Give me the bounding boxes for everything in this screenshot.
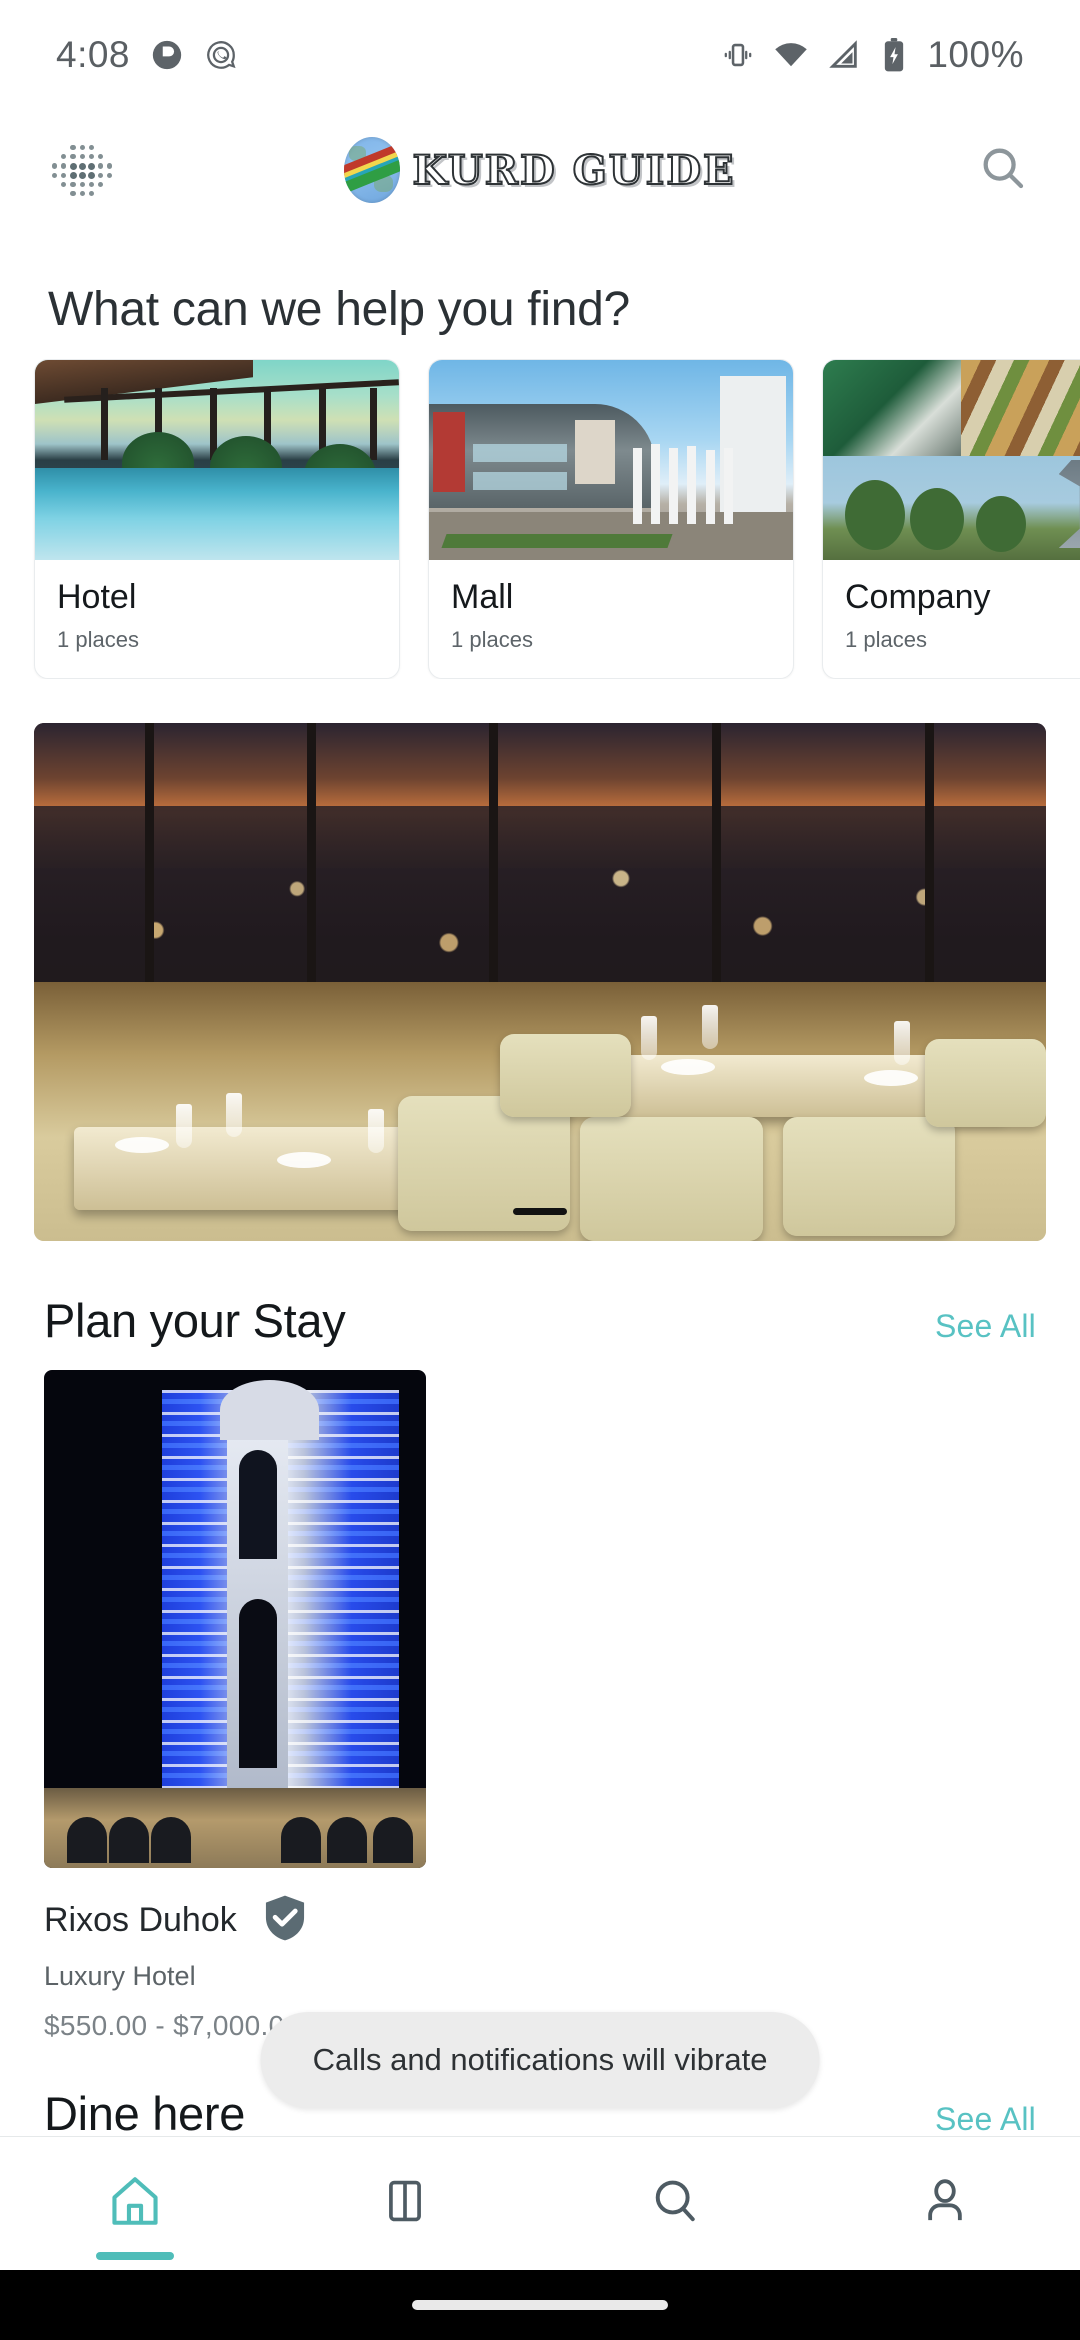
battery-percentage: 100% [927, 34, 1024, 75]
gesture-pill[interactable] [412, 2300, 668, 2310]
person-icon [918, 2174, 972, 2233]
place-name: Rixos Duhok [44, 1901, 237, 1939]
bottom-navigation-bar [0, 2136, 1080, 2270]
category-title: Company [845, 578, 991, 616]
nav-active-indicator [96, 2252, 174, 2260]
category-title: Mall [451, 578, 514, 616]
place-card-rixos-duhok[interactable]: Rixos Duhok Luxury Hotel $550.00 - $7,00… [44, 1370, 426, 2042]
category-card-hotel[interactable]: Hotel 1 places [34, 359, 400, 679]
nav-item-home[interactable] [0, 2137, 270, 2270]
nav-item-bookings[interactable] [270, 2137, 540, 2270]
vibrate-icon [721, 38, 755, 72]
stay-see-all-link[interactable]: See All [935, 1308, 1036, 1345]
promo-banner-carousel[interactable] [34, 723, 1046, 1241]
call-app-icon [204, 38, 238, 72]
globe-logo-icon [344, 137, 401, 203]
category-card-company[interactable]: Company 1 places [822, 359, 1080, 679]
status-bar-left: 4:08 [56, 34, 238, 76]
stay-section-header: Plan your Stay See All [0, 1293, 1080, 1348]
wifi-icon [773, 37, 809, 73]
category-places-count: 1 places [57, 627, 139, 653]
search-icon [647, 2173, 703, 2234]
find-heading: What can we help you find? [48, 283, 630, 336]
category-title: Hotel [57, 578, 137, 616]
category-card-body: Hotel 1 places [35, 560, 399, 653]
search-icon[interactable] [976, 141, 1030, 200]
kurdistan-collage-photo [823, 360, 1080, 560]
toast-message: Calls and notifications will vibrate [312, 2042, 768, 2077]
carousel-page-indicator[interactable] [513, 1208, 567, 1215]
category-card-body: Mall 1 places [429, 560, 793, 653]
category-places-count: 1 places [845, 627, 927, 653]
app-brand: KURD GUIDE [0, 110, 1080, 230]
rooftop-pool-photo [35, 360, 399, 560]
cellular-signal-icon [827, 38, 861, 72]
status-bar-right: 100% [721, 34, 1024, 76]
columns-icon [379, 2175, 431, 2232]
shopping-mall-exterior-photo [429, 360, 793, 560]
category-places-count: 1 places [451, 627, 533, 653]
dot-grid-menu-icon[interactable] [50, 141, 113, 199]
dine-section-title: Dine here [44, 2087, 246, 2140]
place-name-row: Rixos Duhok [44, 1894, 426, 1947]
nav-item-profile[interactable] [810, 2137, 1080, 2270]
category-rail[interactable]: Hotel 1 places Mall 1 places Company 1 p… [0, 359, 1080, 679]
vibrate-toast: Calls and notifications will vibrate [260, 2012, 820, 2108]
app-bar: KURD GUIDE [0, 110, 1080, 230]
category-card-body: Company 1 places [823, 560, 1080, 653]
home-icon [106, 2172, 164, 2235]
place-category: Luxury Hotel [44, 1961, 196, 1991]
dine-see-all-link[interactable]: See All [935, 2101, 1036, 2138]
stay-place-rail[interactable]: Rixos Duhok Luxury Hotel $550.00 - $7,00… [0, 1370, 1080, 2042]
verified-shield-icon [263, 1894, 307, 1947]
system-gesture-bar [0, 2270, 1080, 2340]
brand-name: KURD GUIDE [411, 146, 736, 195]
status-bar-clock: 4:08 [56, 34, 131, 75]
nav-item-search[interactable] [540, 2137, 810, 2270]
dnd-icon [150, 38, 184, 72]
rixos-duhok-night-tower-photo [44, 1370, 426, 1868]
status-bar: 4:08 100% [0, 0, 1080, 110]
battery-charging-icon [879, 38, 909, 72]
stay-section-title: Plan your Stay [44, 1294, 346, 1347]
category-card-mall[interactable]: Mall 1 places [428, 359, 794, 679]
